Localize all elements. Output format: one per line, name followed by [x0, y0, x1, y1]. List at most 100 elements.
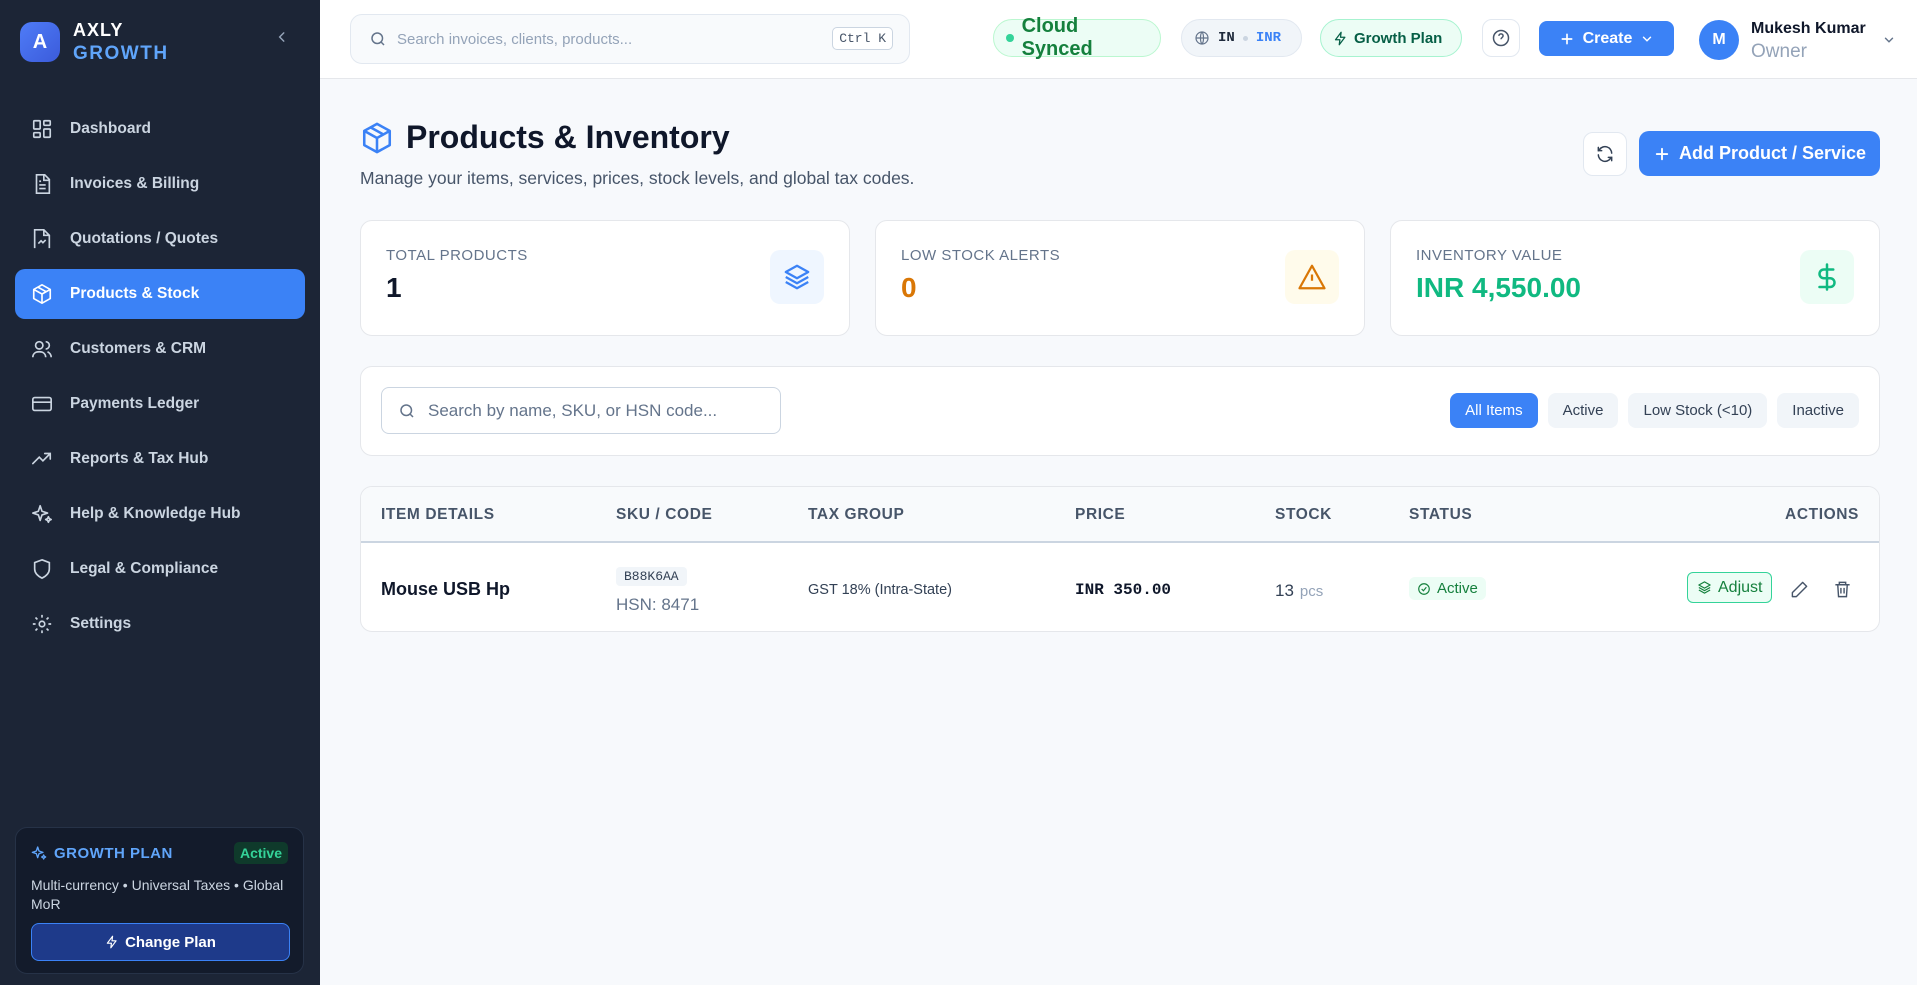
sidebar-item-quotations[interactable]: Quotations / Quotes: [15, 214, 305, 264]
sidebar-item-label: Payments Ledger: [70, 395, 200, 412]
user-menu[interactable]: M Mukesh Kumar Owner: [1699, 17, 1896, 63]
region-code: IN: [1218, 30, 1235, 46]
filter-inactive[interactable]: Inactive: [1777, 393, 1859, 428]
bolt-icon: [1334, 31, 1346, 45]
invoice-icon: [30, 172, 54, 196]
refresh-icon: [1597, 145, 1613, 163]
global-search-input[interactable]: [397, 30, 817, 48]
page-subtitle: Manage your items, services, prices, sto…: [360, 168, 915, 188]
global-search[interactable]: Ctrl K: [350, 14, 910, 64]
sidebar: A AXLY GROWTH Dashboard Invoices & Billi…: [0, 0, 320, 985]
dashboard-icon: [30, 117, 54, 141]
column-header[interactable]: PRICE: [1075, 506, 1125, 524]
refresh-button[interactable]: [1583, 132, 1627, 176]
sidebar-item-label: Help & Knowledge Hub: [70, 505, 241, 522]
collapse-sidebar-button[interactable]: [272, 27, 292, 47]
sidebar-item-label: Products & Stock: [70, 285, 200, 302]
column-header[interactable]: STATUS: [1409, 506, 1472, 524]
plus-icon: [1561, 33, 1573, 44]
create-button[interactable]: Create: [1539, 21, 1674, 56]
brand-logo: A: [20, 22, 60, 62]
sidebar-item-settings[interactable]: Settings: [15, 599, 305, 649]
sidebar-item-label: Quotations / Quotes: [70, 230, 219, 247]
warning-icon: [1285, 250, 1339, 304]
delete-button[interactable]: [1831, 578, 1853, 600]
sidebar-item-label: Reports & Tax Hub: [70, 450, 209, 467]
table-row[interactable]: Mouse USB Hp B88K6AA HSN: 8471 GST 18% (…: [361, 545, 1879, 631]
brand-name: AXLY: [73, 20, 124, 40]
filter-bar: All Items Active Low Stock (<10) Inactiv…: [360, 366, 1880, 456]
check-circle-icon: [1418, 582, 1430, 595]
change-plan-button[interactable]: Change Plan: [31, 923, 290, 961]
stat-label: INVENTORY VALUE: [1416, 247, 1563, 264]
sidebar-item-dashboard[interactable]: Dashboard: [15, 104, 305, 154]
sidebar-item-payments[interactable]: Payments Ledger: [15, 379, 305, 429]
edit-button[interactable]: [1788, 578, 1810, 600]
tax-group: GST 18% (Intra-State): [808, 582, 952, 598]
column-header[interactable]: STOCK: [1275, 506, 1332, 524]
chevron-left-icon: [278, 32, 285, 42]
trash-icon: [1834, 581, 1850, 597]
topbar: Ctrl K Cloud Synced IN INR Growth Plan C…: [320, 0, 1917, 79]
plan-description: Multi-currency • Universal Taxes • Globa…: [31, 877, 284, 912]
sidebar-item-help[interactable]: Help & Knowledge Hub: [15, 489, 305, 539]
plus-icon: [1655, 147, 1669, 160]
sidebar-item-invoices[interactable]: Invoices & Billing: [15, 159, 305, 209]
sidebar-item-reports[interactable]: Reports & Tax Hub: [15, 434, 305, 484]
product-search[interactable]: [381, 387, 781, 434]
plan-status-badge: Active: [233, 842, 288, 864]
pencil-icon: [1791, 581, 1807, 597]
sidebar-item-label: Dashboard: [70, 120, 151, 137]
filter-active[interactable]: Active: [1547, 393, 1619, 428]
search-icon: [371, 32, 385, 46]
sidebar-item-customers[interactable]: Customers & CRM: [15, 324, 305, 374]
user-name: Mukesh Kumar: [1751, 20, 1866, 37]
card-icon: [30, 392, 54, 416]
shield-icon: [30, 557, 54, 581]
stat-card-inventory-value: INVENTORY VALUE INR 4,550.00: [1390, 220, 1880, 336]
trend-icon: [30, 447, 54, 471]
brand[interactable]: A AXLY GROWTH: [20, 18, 169, 66]
add-product-button[interactable]: Add Product / Service: [1639, 131, 1880, 176]
chevron-down-icon: [1643, 36, 1652, 42]
avatar: M: [1699, 20, 1739, 60]
help-button[interactable]: [1482, 19, 1520, 57]
item-name[interactable]: Mouse USB Hp: [381, 579, 510, 600]
brand-tagline: GROWTH: [73, 43, 169, 64]
sidebar-item-legal[interactable]: Legal & Compliance: [15, 544, 305, 594]
products-table: ITEM DETAILS SKU / CODE TAX GROUP PRICE …: [360, 486, 1880, 632]
sidebar-item-label: Legal & Compliance: [70, 560, 219, 577]
chevron-down-icon: [1884, 37, 1893, 43]
shortcut-hint: Ctrl K: [832, 27, 893, 50]
layers-icon: [770, 250, 824, 304]
page-title: Products & Inventory: [406, 119, 730, 155]
gear-icon: [30, 612, 54, 636]
column-header[interactable]: SKU / CODE: [616, 506, 712, 524]
box-icon: [362, 122, 392, 153]
globe-icon: [1195, 31, 1209, 45]
stat-card-total-products: TOTAL PRODUCTS 1: [360, 220, 850, 336]
column-header[interactable]: TAX GROUP: [808, 506, 904, 524]
growth-plan-badge[interactable]: Growth Plan: [1320, 19, 1462, 57]
sidebar-item-products[interactable]: Products & Stock: [15, 269, 305, 319]
quote-icon: [30, 227, 54, 251]
adjust-stock-button[interactable]: Adjust: [1687, 572, 1773, 603]
filter-all-items[interactable]: All Items: [1450, 393, 1538, 428]
sync-dot: [1006, 34, 1014, 42]
search-icon: [400, 403, 414, 418]
stat-value: INR 4,550.00: [1416, 272, 1581, 303]
plan-card: GROWTH PLAN Active Multi-currency • Univ…: [15, 827, 304, 974]
dollar-icon: [1800, 250, 1854, 304]
box-icon: [30, 282, 54, 306]
stat-value: 0: [901, 272, 917, 303]
column-header: ACTIONS: [1785, 506, 1859, 523]
help-icon: [1492, 29, 1510, 47]
currency-code: INR: [1255, 30, 1282, 46]
region-currency-selector[interactable]: IN INR: [1181, 19, 1302, 57]
filter-low-stock[interactable]: Low Stock (<10): [1628, 393, 1768, 428]
stat-label: LOW STOCK ALERTS: [901, 247, 1061, 264]
product-search-input[interactable]: [428, 400, 758, 421]
stock-level: 13 pcs: [1275, 581, 1324, 600]
sync-status-badge[interactable]: Cloud Synced: [993, 15, 1161, 60]
column-header[interactable]: ITEM DETAILS: [381, 506, 495, 524]
